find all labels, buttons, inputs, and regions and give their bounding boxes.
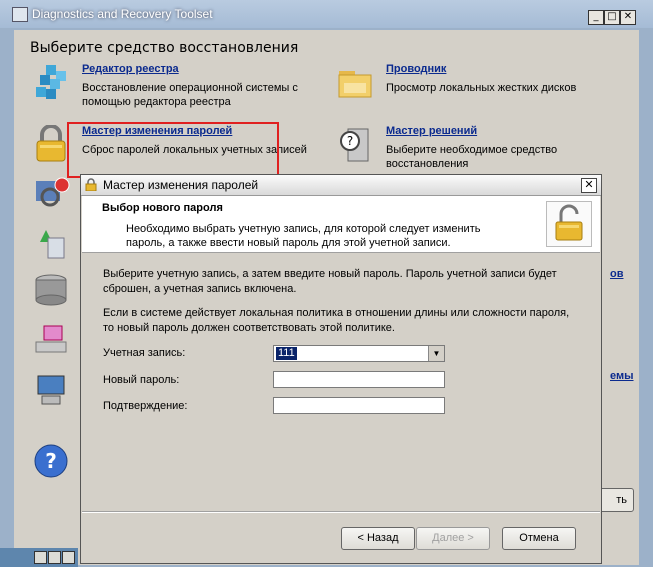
padlock-icon [36,125,66,162]
partial-link-right-2[interactable]: емы [610,370,634,382]
dialog-header-desc: Необходимо выбрать учетную запись, для к… [126,223,481,249]
dialog-lock-icon [85,178,97,191]
tool-explorer: Проводник Просмотр локальных жестких дис… [336,63,626,113]
registry-editor-link[interactable]: Редактор реестра [82,63,179,75]
instruction-text: Выберите учетную запись, а затем введите… [103,268,557,295]
password-wizard-dialog: Мастер изменения паролей ✕ Выбор нового … [80,174,602,564]
help-icon[interactable]: ? [32,442,70,480]
minimize-button[interactable]: _ [588,10,604,25]
account-select[interactable]: 111 ▼ [273,345,445,362]
disk-wipe-icon[interactable] [32,320,70,358]
computer-management-icon[interactable] [32,370,70,408]
open-padlock-icon [555,204,583,241]
outer-window-title: Diagnostics and Recovery Toolset [32,7,213,21]
dialog-title: Мастер изменения паролей [103,178,259,192]
maximize-button[interactable]: □ [604,10,620,25]
highlight-box [67,122,279,178]
account-label: Учетная запись: [103,347,186,359]
crash-analyzer-icon[interactable] [32,175,70,213]
confirm-password-field[interactable] [273,397,445,414]
header-icon-frame [546,201,592,247]
dialog-header-title: Выбор нового пароля [102,202,223,214]
page-title: Выберите средство восстановления [30,40,299,56]
tool-registry-editor: Редактор реестра Восстановление операцио… [32,63,332,113]
new-password-field[interactable] [273,371,445,388]
explorer-folder-icon [338,71,372,98]
mini-maximize-button[interactable] [48,551,61,564]
new-password-label: Новый пароль: [103,374,180,386]
solution-wizard-desc: Выберите необходимое средство восстановл… [386,144,558,170]
minimized-window-bar[interactable] [0,548,78,567]
next-button[interactable]: Далее > [416,527,490,550]
policy-text: Если в системе действует локальная полит… [103,307,570,334]
chevron-down-icon[interactable]: ▼ [428,346,444,361]
outer-titlebar[interactable]: Diagnostics and Recovery Toolset _ □ ✕ [0,0,653,28]
app-icon [12,7,28,22]
file-restore-icon[interactable] [32,222,70,260]
partial-link-right-1[interactable]: ов [610,268,623,280]
cancel-button[interactable]: Отмена [502,527,576,550]
tool-solution-wizard: ? Мастер решений Выберите необходимое ср… [336,125,626,175]
dialog-close-button[interactable]: ✕ [581,178,597,193]
close-button[interactable]: ✕ [620,10,636,25]
mini-restore-button[interactable] [34,551,47,564]
back-button[interactable]: < Назад [341,527,415,550]
svg-text:?: ? [45,449,57,473]
mini-close-button[interactable] [62,551,75,564]
dialog-header: Выбор нового пароля Необходимо выбрать у… [82,196,600,253]
dialog-titlebar[interactable]: Мастер изменения паролей ✕ [81,175,601,196]
dialog-footer-divider [82,511,600,513]
account-selected-value: 111 [276,347,297,360]
confirm-label: Подтверждение: [103,400,188,412]
explorer-link[interactable]: Проводник [386,63,446,75]
registry-editor-desc: Восстановление операционной системы с по… [82,82,298,108]
svg-text:?: ? [347,134,353,148]
explorer-desc: Просмотр локальных жестких дисков [386,82,577,94]
disk-commander-icon[interactable] [32,270,70,308]
registry-icon [36,65,66,99]
solution-wizard-icon: ? [340,128,369,162]
solution-wizard-link[interactable]: Мастер решений [386,125,477,137]
